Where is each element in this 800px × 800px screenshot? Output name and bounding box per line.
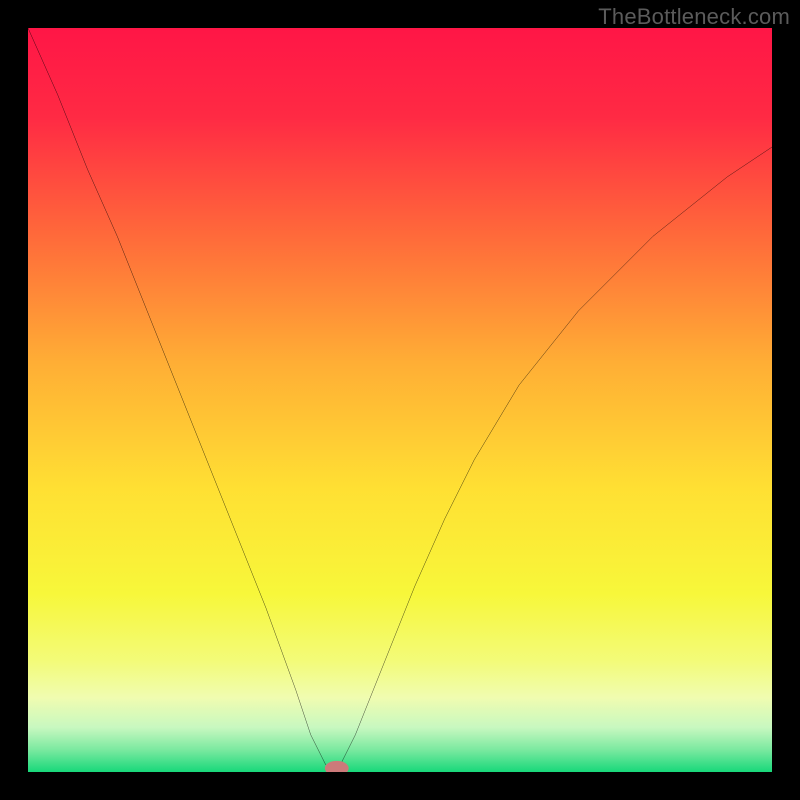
gradient-rect: [28, 28, 772, 772]
watermark-text: TheBottleneck.com: [598, 4, 790, 30]
chart-frame: TheBottleneck.com: [0, 0, 800, 800]
plot-area: [28, 28, 772, 772]
chart-svg: [28, 28, 772, 772]
